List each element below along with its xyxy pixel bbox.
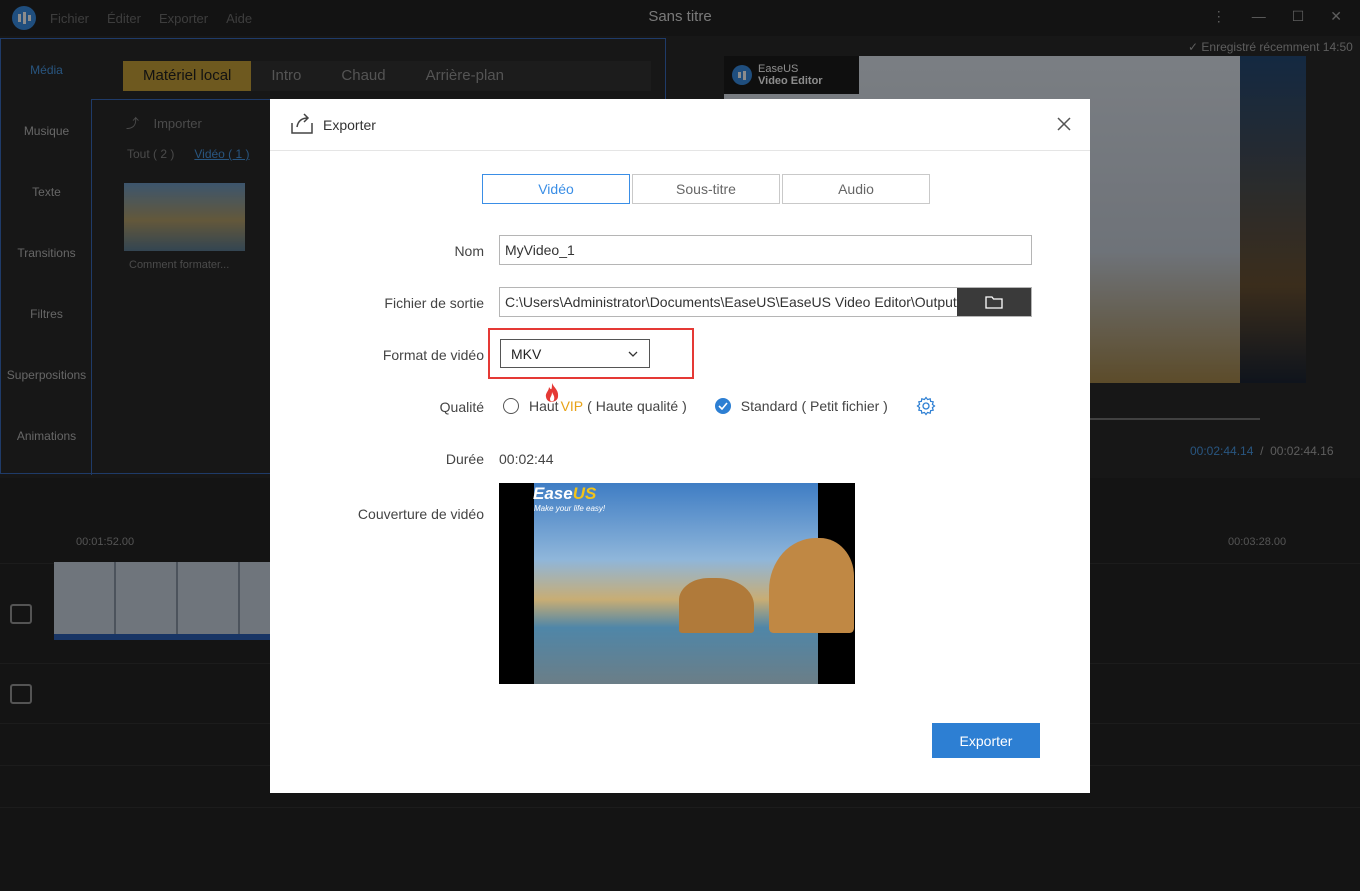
name-input[interactable] xyxy=(499,235,1032,265)
flame-icon xyxy=(545,383,558,402)
cover-label: Couverture de vidéo xyxy=(357,506,484,522)
output-path-field[interactable]: C:\Users\Administrator\Documents\EaseUS\… xyxy=(499,287,1032,317)
chevron-down-icon xyxy=(628,351,638,357)
tab-subtitle[interactable]: Sous-titre xyxy=(632,174,780,204)
quality-high-radio[interactable] xyxy=(503,398,519,414)
cover-brand: EaseUS xyxy=(533,484,596,504)
cover-tagline: Make your life easy! xyxy=(534,504,606,513)
format-label: Format de vidéo xyxy=(382,347,484,363)
export-tabs: Vidéo Sous-titre Audio xyxy=(482,174,930,204)
folder-icon xyxy=(985,296,1003,309)
duration-label: Durée xyxy=(445,451,484,467)
format-select[interactable]: MKV xyxy=(500,339,650,368)
vip-label: VIP xyxy=(560,398,584,414)
cover-image xyxy=(534,483,854,684)
vip-badge: VIP xyxy=(545,383,584,414)
app-window: Fichier Éditer Exporter Aide Sans titre … xyxy=(0,0,1360,891)
quality-standard-radio[interactable] xyxy=(714,398,731,414)
duration-value: 00:02:44 xyxy=(499,451,554,467)
export-button[interactable]: Exporter xyxy=(932,723,1040,758)
cover-brand-ease: Ease xyxy=(533,484,573,503)
output-label: Fichier de sortie xyxy=(384,295,484,311)
quality-high-desc: ( Haute qualité ) xyxy=(587,398,687,414)
quality-options: Haut VIP ( Haute qualité ) Standard ( Pe… xyxy=(503,383,936,416)
browse-folder-button[interactable] xyxy=(957,288,1031,316)
close-icon[interactable] xyxy=(1053,113,1075,135)
quality-label: Qualité xyxy=(439,399,484,415)
quality-standard-label: Standard ( Petit fichier ) xyxy=(740,398,888,414)
name-label: Nom xyxy=(454,243,484,259)
export-icon xyxy=(291,113,313,134)
output-path-value: C:\Users\Administrator\Documents\EaseUS\… xyxy=(505,294,957,310)
format-value: MKV xyxy=(511,345,542,362)
dialog-title: Exporter xyxy=(323,117,376,133)
cover-rock-left xyxy=(679,578,754,633)
export-dialog: Exporter Vidéo Sous-titre Audio Nom Fich… xyxy=(270,99,1090,793)
tab-audio[interactable]: Audio xyxy=(782,174,930,204)
check-icon xyxy=(718,402,728,410)
video-cover[interactable]: EaseUS Make your life easy! xyxy=(499,483,855,684)
cover-rock-right xyxy=(769,538,854,633)
cover-brand-us: US xyxy=(572,484,597,503)
dialog-header: Exporter xyxy=(270,99,1090,151)
tab-video[interactable]: Vidéo xyxy=(482,174,630,204)
settings-gear-icon[interactable] xyxy=(916,396,936,416)
